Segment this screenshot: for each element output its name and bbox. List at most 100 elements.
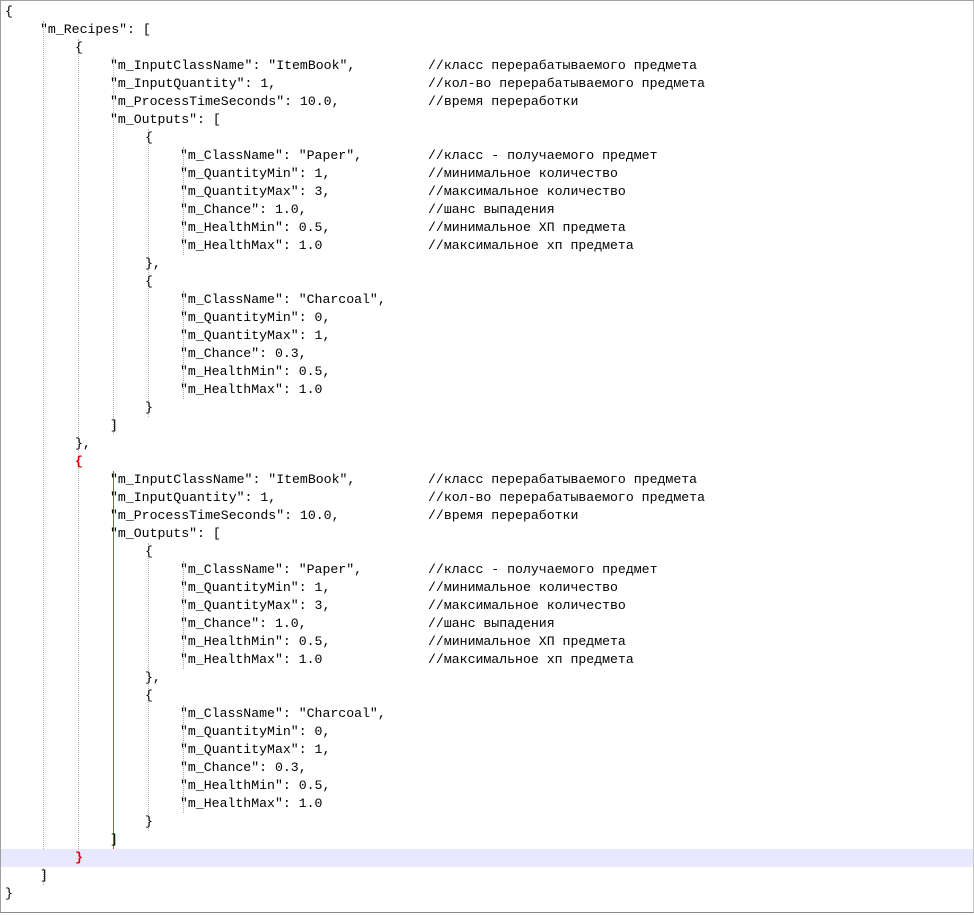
code-line[interactable]: "m_Recipes": [ [1,21,973,39]
code-line[interactable]: "m_QuantityMin": 1, //минимальное количес… [1,579,973,597]
code-text: { [145,274,153,289]
code-comment: //класс - получаемого предмет [428,562,658,577]
code-line[interactable]: } [1,849,973,867]
code-comment: //время переработки [428,508,579,523]
code-line[interactable]: { [1,129,973,147]
code-line[interactable]: "m_HealthMin": 0.5, [1,363,973,381]
code-text: "m_HealthMax": 1.0 [180,652,323,667]
code-text: "m_ProcessTimeSeconds": 10.0, [110,94,340,109]
code-text: "m_HealthMax": 1.0 [180,796,323,811]
code-comment: //максимальное хп предмета [428,652,634,667]
code-text: "m_ProcessTimeSeconds": 10.0, [110,508,340,523]
code-line[interactable]: }, [1,669,973,687]
code-comment: //минимальное количество [428,580,618,595]
code-line[interactable]: "m_HealthMin": 0.5, [1,777,973,795]
code-text: "m_HealthMin": 0.5, [180,220,331,235]
code-text: } [5,886,13,901]
matched-brace: } [75,850,83,865]
code-text: { [145,130,153,145]
code-line[interactable]: } [1,399,973,417]
code-line[interactable]: "m_ProcessTimeSeconds": 10.0, //время пер… [1,93,973,111]
code-line[interactable]: "m_InputQuantity": 1, //кол-во перерабаты… [1,75,973,93]
code-line[interactable]: "m_InputClassName": "ItemBook", //класс п… [1,57,973,75]
code-line[interactable]: "m_Chance": 0.3, [1,759,973,777]
code-text: "m_Chance": 1.0, [180,616,307,631]
code-text: "m_QuantityMax": 3, [180,184,331,199]
code-comment: //минимальное ХП предмета [428,220,626,235]
code-line[interactable]: "m_ClassName": "Charcoal", [1,705,973,723]
code-line[interactable]: "m_QuantityMax": 3, //максимальное количе… [1,183,973,201]
code-line[interactable]: { [1,3,973,21]
code-line[interactable]: "m_Chance": 0.3, [1,345,973,363]
code-line[interactable]: } [1,813,973,831]
code-text: }, [145,670,161,685]
code-line[interactable]: "m_Chance": 1.0, //шанс выпадения [1,615,973,633]
code-text: "m_QuantityMin": 1, [180,580,331,595]
code-line[interactable]: "m_InputClassName": "ItemBook", //класс п… [1,471,973,489]
code-line[interactable]: "m_ClassName": "Paper", //класс - получае… [1,147,973,165]
code-line[interactable]: { [1,39,973,57]
code-comment: //время переработки [428,94,579,109]
code-text: }, [75,436,91,451]
code-text: "m_InputClassName": "ItemBook", [110,472,356,487]
code-comment: //максимальное хп предмета [428,238,634,253]
code-line[interactable]: ] [1,417,973,435]
code-text: } [145,814,153,829]
code-text: "m_ClassName": "Paper", [180,562,363,577]
code-line[interactable]: "m_HealthMax": 1.0 [1,795,973,813]
code-line[interactable]: "m_Outputs": [ [1,525,973,543]
code-text: "m_HealthMax": 1.0 [180,238,323,253]
code-comment: //класс перерабатываемого предмета [428,472,698,487]
code-line[interactable]: "m_ProcessTimeSeconds": 10.0, //время пер… [1,507,973,525]
code-line[interactable]: "m_Chance": 1.0, //шанс выпадения [1,201,973,219]
code-line[interactable]: "m_QuantityMax": 1, [1,741,973,759]
code-line[interactable]: "m_HealthMin": 0.5, //минимальное ХП пред… [1,219,973,237]
code-text: { [145,544,153,559]
code-text: "m_Outputs": [ [110,112,221,127]
code-text: "m_Chance": 0.3, [180,760,307,775]
matched-brace: { [75,454,83,469]
code-text: "m_InputClassName": "ItemBook", [110,58,356,73]
code-line[interactable]: ] [1,831,973,849]
code-line[interactable]: "m_HealthMax": 1.0 [1,381,973,399]
code-line[interactable]: "m_InputQuantity": 1, //кол-во перерабаты… [1,489,973,507]
code-text: "m_Recipes": [ [40,22,151,37]
code-text: "m_QuantityMin": 0, [180,724,331,739]
code-line[interactable]: "m_QuantityMin": 0, [1,723,973,741]
code-line[interactable]: "m_ClassName": "Paper", //класс - получае… [1,561,973,579]
code-line[interactable]: "m_Outputs": [ [1,111,973,129]
code-text: "m_ClassName": "Charcoal", [180,706,386,721]
code-line[interactable]: { [1,543,973,561]
code-text: ] [110,832,118,847]
code-line[interactable]: "m_QuantityMin": 1, //минимальное количес… [1,165,973,183]
code-text: { [145,688,153,703]
code-comment: //шанс выпадения [428,202,555,217]
code-text: "m_InputQuantity": 1, [110,490,277,505]
code-comment: //минимальное количество [428,166,618,181]
code-line[interactable]: "m_HealthMax": 1.0 //максимальное хп пред… [1,651,973,669]
code-comment: //класс - получаемого предмет [428,148,658,163]
code-line[interactable]: "m_ClassName": "Charcoal", [1,291,973,309]
code-line[interactable]: ] [1,867,973,885]
code-line[interactable]: "m_HealthMax": 1.0 //максимальное хп пред… [1,237,973,255]
code-editor[interactable]: { "m_Recipes": [ { "m_InputClassName": "Ite… [0,0,974,913]
code-line[interactable]: "m_HealthMin": 0.5, //минимальное ХП пред… [1,633,973,651]
code-text: }, [145,256,161,271]
code-text: "m_QuantityMin": 1, [180,166,331,181]
code-text: "m_Outputs": [ [110,526,221,541]
code-line[interactable]: } [1,885,973,903]
code-text: "m_QuantityMin": 0, [180,310,331,325]
code-line[interactable]: "m_QuantityMax": 3, //максимальное количе… [1,597,973,615]
code-text: { [75,40,83,55]
code-comment: //кол-во перерабатываемого предмета [428,76,705,91]
code-line[interactable]: "m_QuantityMin": 0, [1,309,973,327]
code-line[interactable]: }, [1,435,973,453]
code-line[interactable]: { [1,273,973,291]
code-line[interactable]: "m_QuantityMax": 1, [1,327,973,345]
code-line[interactable]: }, [1,255,973,273]
code-line[interactable]: { [1,453,973,471]
code-text: ] [40,868,48,883]
code-text: "m_Chance": 1.0, [180,202,307,217]
code-line[interactable]: { [1,687,973,705]
code-text: { [5,4,13,19]
